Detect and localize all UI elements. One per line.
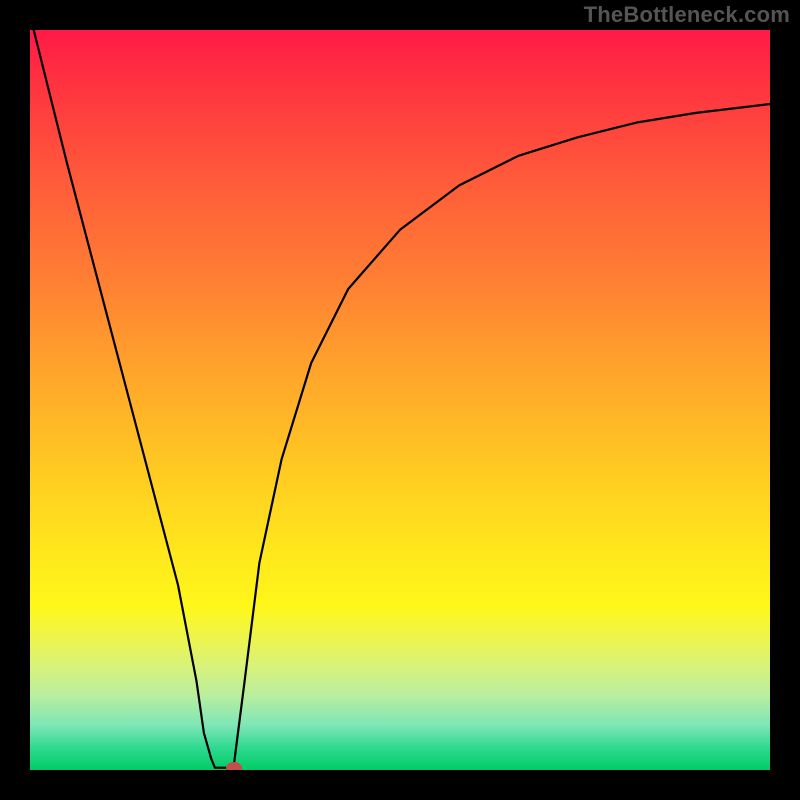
bottleneck-curve xyxy=(30,30,770,770)
chart-frame: TheBottleneck.com xyxy=(0,0,800,800)
plot-area xyxy=(30,30,770,770)
watermark-text: TheBottleneck.com xyxy=(584,2,790,28)
curve-path xyxy=(34,30,770,768)
optimal-point-marker xyxy=(226,762,242,770)
